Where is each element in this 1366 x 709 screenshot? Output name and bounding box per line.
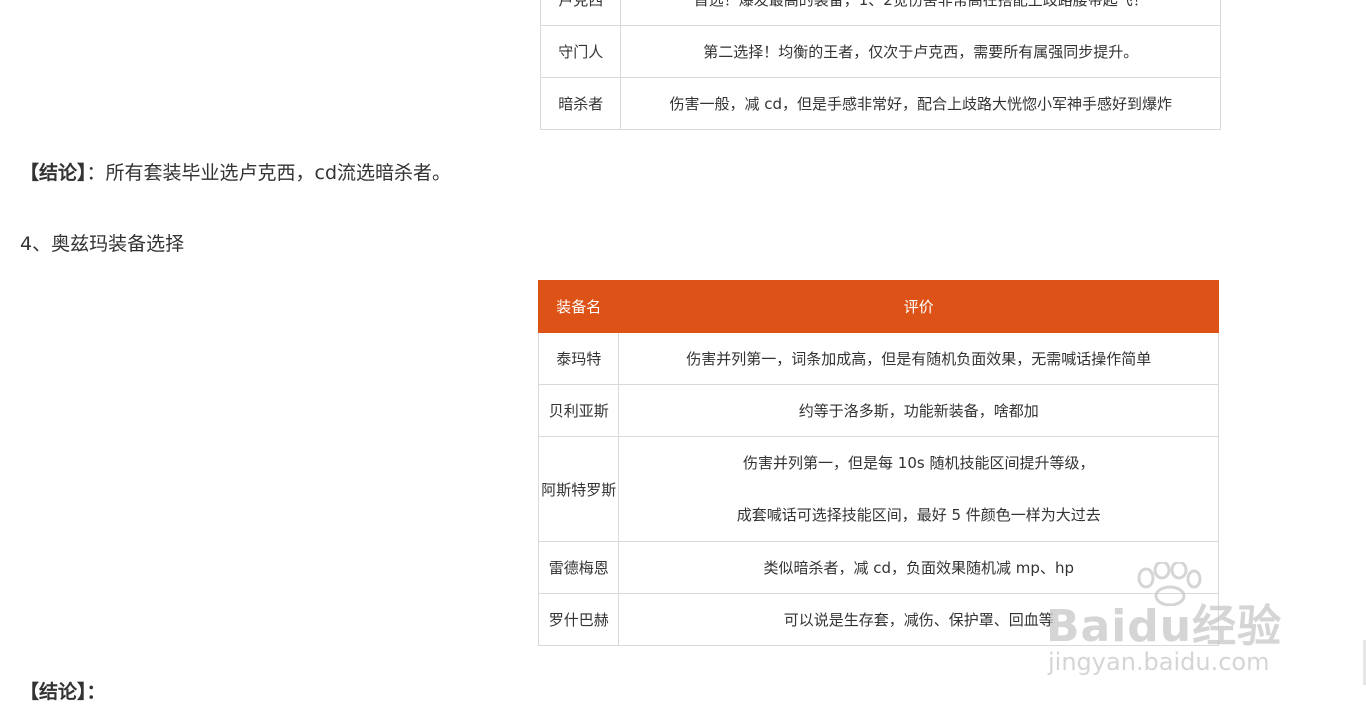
conclusion-label: 【结论】 [20,681,87,703]
equipment-comment: 伤害并列第一，词条加成高，但是有随机负面效果，无需喊话操作简单 [618,332,1219,385]
table-row: 罗什巴赫 可以说是生存套，减伤、保护罩、回血等 [537,593,1219,646]
watermark-url: jingyan.baidu.com [1048,648,1270,676]
ozma-equipment-table: 装备名 评价 泰玛特 伤害并列第一，词条加成高，但是有随机负面效果，无需喊话操作… [537,280,1219,646]
equipment-name: 贝利亚斯 [537,384,620,437]
section-heading: 4、奥兹玛装备选择 [20,233,185,255]
equipment-name: 守门人 [539,25,622,78]
table-header-row: 装备名 评价 [537,280,1219,333]
comment-line: 成套喊话可选择技能区间，最好 5 件颜色一样为大过去 [736,506,1101,524]
table-row: 暗杀者 伤害一般，减 cd，但是手感非常好，配合上歧路大恍惚小军神手感好到爆炸 [539,77,1221,130]
conclusion-text: ：所有套装毕业选卢克西，cd流选暗杀者。 [86,162,452,184]
conclusion-label: 【结论】 [20,162,87,184]
equipment-comment: 类似暗杀者，减 cd，负面效果随机减 mp、hp [618,541,1219,594]
table-row: 泰玛特 伤害并列第一，词条加成高，但是有随机负面效果，无需喊话操作简单 [537,332,1219,385]
equipment-name: 泰玛特 [537,332,620,385]
equipment-comment: 首选！爆发最高的装备，1、2觉伤害非常高在搭配上歧路腰带起飞！ [620,0,1221,26]
table-row: 守门人 第二选择！均衡的王者，仅次于卢克西，需要所有属强同步提升。 [539,25,1221,78]
conclusion-paragraph: 【结论】： [20,677,106,704]
equipment-name: 卢克西 [539,0,622,26]
equipment-name: 雷德梅恩 [537,541,620,594]
table-row: 贝利亚斯 约等于洛多斯，功能新装备，啥都加 [537,384,1219,437]
conclusion-paragraph: 【结论】：所有套装毕业选卢克西，cd流选暗杀者。 [20,158,451,185]
previous-equipment-table: 卢克西 首选！爆发最高的装备，1、2觉伤害非常高在搭配上歧路腰带起飞！ 守门人 … [539,0,1221,130]
equipment-comment: 伤害并列第一，但是每 10s 随机技能区间提升等级， 成套喊话可选择技能区间，最… [618,436,1219,542]
equipment-name: 阿斯特罗斯 [537,436,620,542]
comment-line: 伤害并列第一，但是每 10s 随机技能区间提升等级， [743,454,1095,472]
equipment-comment: 可以说是生存套，减伤、保护罩、回血等 [618,593,1219,646]
equipment-comment: 伤害一般，减 cd，但是手感非常好，配合上歧路大恍惚小军神手感好到爆炸 [620,77,1221,130]
conclusion-text: ： [86,681,106,703]
header-comment: 评价 [618,280,1219,333]
header-equipment-name: 装备名 [537,280,620,333]
equipment-comment: 约等于洛多斯，功能新装备，啥都加 [618,384,1219,437]
equipment-name: 暗杀者 [539,77,622,130]
equipment-comment: 第二选择！均衡的王者，仅次于卢克西，需要所有属强同步提升。 [620,25,1221,78]
table-row: 卢克西 首选！爆发最高的装备，1、2觉伤害非常高在搭配上歧路腰带起飞！ [539,0,1221,26]
table-row: 阿斯特罗斯 伤害并列第一，但是每 10s 随机技能区间提升等级， 成套喊话可选择… [537,436,1219,542]
equipment-name: 罗什巴赫 [537,593,620,646]
table-row: 雷德梅恩 类似暗杀者，减 cd，负面效果随机减 mp、hp [537,541,1219,594]
